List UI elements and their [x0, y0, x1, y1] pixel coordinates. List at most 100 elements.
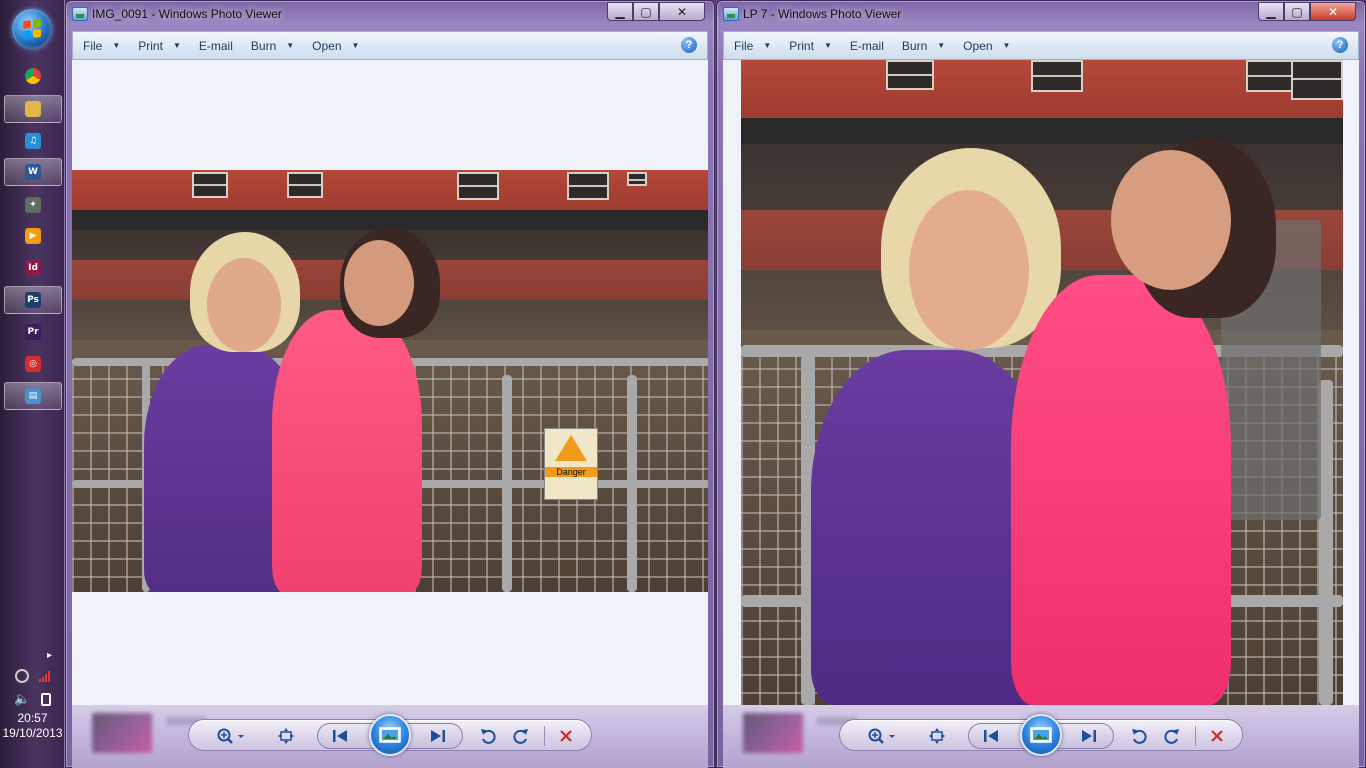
window-title: LP 7 - Windows Photo Viewer — [743, 7, 902, 21]
magnifier-icon — [217, 728, 244, 744]
bottom-toolbar — [72, 705, 708, 768]
previous-button[interactable] — [980, 726, 1002, 746]
volume-icon[interactable]: 🔈 — [14, 691, 30, 707]
menu-burn[interactable]: Burn ▼ — [902, 39, 945, 53]
previous-button[interactable] — [329, 726, 351, 746]
taskbar-item-indesign[interactable]: Id — [4, 254, 62, 282]
delete-button[interactable] — [1206, 726, 1228, 746]
taskbar-item-premiere[interactable]: Pr — [4, 318, 62, 346]
taskbar-item-chrome[interactable] — [4, 62, 62, 90]
slideshow-button[interactable] — [1020, 714, 1062, 756]
toolbar-divider — [1195, 726, 1196, 746]
creative-cloud-icon: ◎ — [25, 356, 41, 372]
menu-label: Burn — [901, 38, 928, 53]
delete-icon — [560, 730, 572, 742]
menu-label: Print — [789, 38, 814, 53]
explorer-icon — [25, 101, 41, 117]
menu-bar: File ▼ Print ▼ E-mail Burn ▼ Open ▼ ? — [723, 31, 1359, 60]
premiere-icon: Pr — [25, 324, 41, 340]
taskbar: ♫ W ✦ ▶ Id Ps Pr ◎ ▤ ▸ 🔈 20:57 19/10/2013 — [0, 0, 65, 768]
slideshow-icon — [379, 727, 401, 743]
danger-sign: Danger — [544, 428, 598, 500]
window-title: IMG_0091 - Windows Photo Viewer — [92, 7, 282, 21]
taskbar-item-gamepad[interactable]: ✦ — [4, 191, 62, 219]
menu-print[interactable]: Print ▼ — [789, 39, 832, 53]
menu-email[interactable]: E-mail — [850, 39, 884, 53]
photo-viewer-window-2: LP 7 - Windows Photo Viewer ▁ ▢ ✕ File ▼ P… — [716, 0, 1366, 768]
dropdown-caret-icon: ▼ — [351, 41, 360, 50]
clock-date: 19/10/2013 — [2, 726, 63, 740]
slideshow-button[interactable] — [369, 714, 411, 756]
maximize-button[interactable]: ▢ — [1284, 2, 1310, 21]
word-icon: W — [25, 164, 41, 180]
show-hidden-icons-button[interactable]: ▸ — [34, 650, 65, 661]
minimize-button[interactable]: ▁ — [607, 2, 633, 21]
next-button[interactable] — [427, 726, 449, 746]
photo-image: Danger — [72, 170, 708, 592]
indesign-icon: Id — [25, 260, 41, 276]
menu-burn[interactable]: Burn ▼ — [251, 39, 294, 53]
rotate-counterclockwise-button[interactable] — [477, 726, 499, 746]
rotate-left-icon — [1132, 729, 1147, 744]
taskbar-item-media-player[interactable]: ▶ — [4, 222, 62, 250]
minimize-button[interactable]: ▁ — [1258, 2, 1284, 21]
photo-viewer-window-1: IMG_0091 - Windows Photo Viewer ▁ ▢ ✕ Fi… — [65, 0, 715, 768]
help-icon[interactable]: ? — [681, 37, 697, 53]
chrome-icon — [25, 68, 41, 84]
fit-window-icon — [929, 728, 945, 744]
fit-window-icon — [278, 728, 294, 744]
zoom-button[interactable] — [866, 726, 898, 746]
expand-arrow-icon: ▸ — [46, 650, 53, 661]
menu-open[interactable]: Open ▼ — [312, 39, 359, 53]
system-tray: ▸ 🔈 20:57 19/10/2013 — [0, 650, 65, 741]
menu-bar: File ▼ Print ▼ E-mail Burn ▼ Open ▼ ? — [72, 31, 708, 60]
dropdown-caret-icon: ▼ — [937, 41, 946, 50]
clock[interactable]: 20:57 19/10/2013 — [0, 711, 65, 741]
taskbar-item-creative-cloud[interactable]: ◎ — [4, 350, 62, 378]
image-viewport[interactable] — [723, 60, 1359, 705]
network-monitor-icon[interactable] — [15, 669, 29, 683]
delete-icon — [1211, 730, 1223, 742]
menu-label: Open — [312, 38, 342, 53]
previous-icon — [984, 730, 998, 742]
rotate-right-icon — [1164, 729, 1179, 744]
taskbar-item-word[interactable]: W — [4, 158, 62, 186]
clock-time: 20:57 — [17, 711, 48, 725]
person-pink-jacket — [272, 310, 422, 592]
playback-controls — [188, 714, 592, 756]
playback-controls — [839, 714, 1243, 756]
dropdown-caret-icon: ▼ — [172, 41, 181, 50]
zoom-button[interactable] — [215, 726, 247, 746]
rotate-counterclockwise-button[interactable] — [1128, 726, 1150, 746]
blurred-thumbnail — [92, 713, 152, 753]
menu-label: File — [83, 38, 103, 53]
photo-image — [741, 60, 1343, 705]
rotate-clockwise-button[interactable] — [510, 726, 532, 746]
image-viewport[interactable]: Danger — [72, 60, 708, 705]
dropdown-caret-icon: ▼ — [1002, 41, 1011, 50]
menu-email[interactable]: E-mail — [199, 39, 233, 53]
taskbar-item-photo-viewer[interactable]: ▤ — [4, 382, 62, 410]
help-icon[interactable]: ? — [1332, 37, 1348, 53]
next-button[interactable] — [1078, 726, 1100, 746]
close-button[interactable]: ✕ — [1310, 2, 1356, 21]
close-button[interactable]: ✕ — [659, 2, 705, 21]
signal-icon[interactable] — [39, 670, 50, 682]
power-icon[interactable] — [40, 692, 51, 706]
menu-file[interactable]: File ▼ — [734, 39, 771, 53]
dropdown-caret-icon: ▼ — [823, 41, 832, 50]
menu-label: E-mail — [198, 38, 233, 53]
menu-label: E-mail — [849, 38, 884, 53]
taskbar-item-itunes[interactable]: ♫ — [4, 127, 62, 155]
menu-file[interactable]: File ▼ — [83, 39, 120, 53]
actual-size-button[interactable] — [926, 726, 948, 746]
menu-open[interactable]: Open ▼ — [963, 39, 1010, 53]
start-button[interactable] — [12, 9, 52, 49]
taskbar-item-photoshop[interactable]: Ps — [4, 286, 62, 314]
rotate-clockwise-button[interactable] — [1161, 726, 1183, 746]
taskbar-item-explorer[interactable] — [4, 95, 62, 123]
maximize-button[interactable]: ▢ — [633, 2, 659, 21]
actual-size-button[interactable] — [275, 726, 297, 746]
menu-print[interactable]: Print ▼ — [138, 39, 181, 53]
delete-button[interactable] — [555, 726, 577, 746]
